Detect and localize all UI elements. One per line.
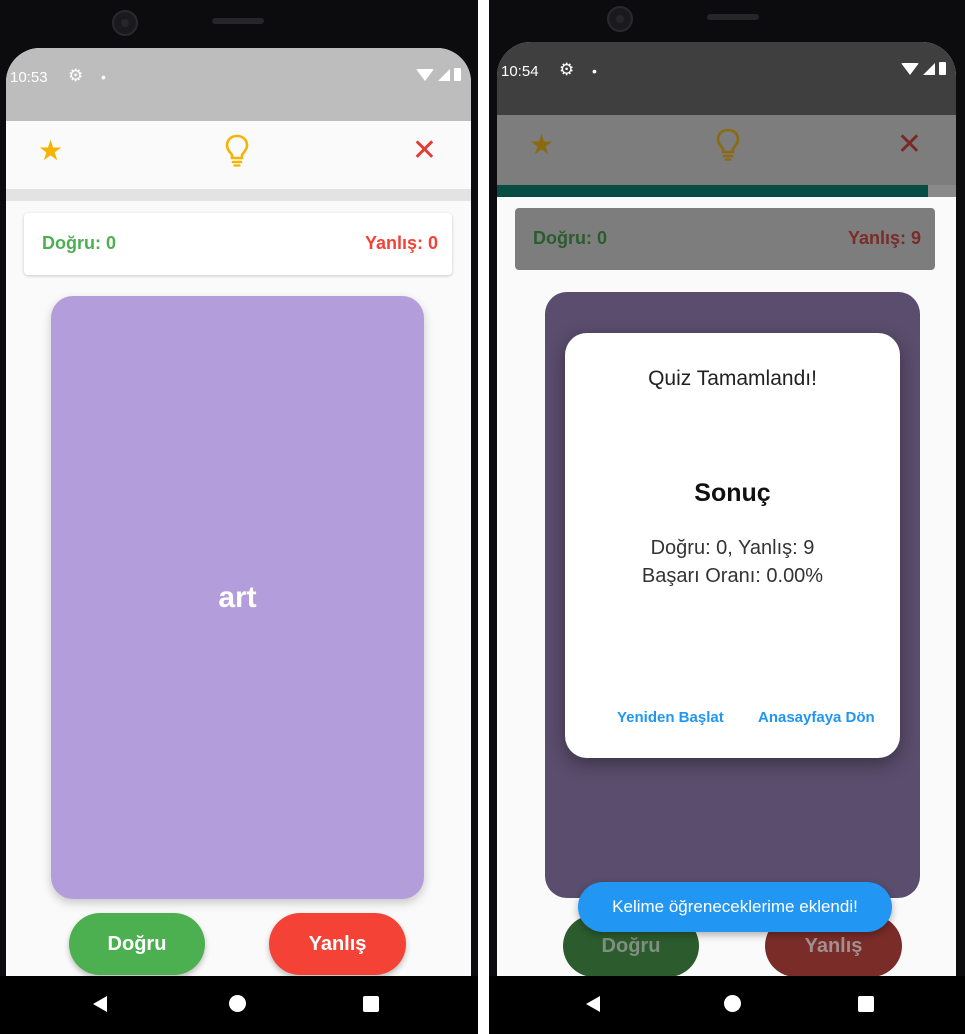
- phone-right: 10:54 ⚙ • ★ ✕ Doğru: 0 Yanlış: 9 Doğru Y…: [489, 0, 965, 1034]
- front-camera: [112, 10, 138, 36]
- wrong-count: Yanlış: 9: [847, 228, 921, 248]
- gear-icon: ⚙: [559, 60, 575, 79]
- wrong-count: Yanlış: 0: [364, 233, 438, 253]
- earpiece-speaker: [707, 14, 759, 20]
- quiz-result-screen: 10:54 ⚙ • ★ ✕ Doğru: 0 Yanlış: 9 Doğru Y…: [497, 42, 956, 976]
- wifi-icon: [901, 62, 919, 75]
- star-icon[interactable]: ★: [529, 129, 554, 161]
- result-summary: Doğru: 0, Yanlış: 9: [650, 537, 815, 559]
- close-icon[interactable]: ✕: [897, 129, 922, 161]
- star-icon[interactable]: ★: [38, 135, 63, 167]
- earpiece-speaker: [212, 18, 264, 24]
- correct-count: Doğru: 0: [42, 233, 116, 253]
- signal-icon: [923, 62, 935, 75]
- system-nav-bar: [0, 976, 478, 1034]
- status-icons: [901, 62, 946, 75]
- correct-button[interactable]: Doğru: [69, 913, 205, 975]
- score-card: Doğru: 0 Yanlış: 9: [515, 208, 935, 270]
- status-time: 10:53: [10, 69, 48, 86]
- quiz-progress-fill: [497, 185, 929, 197]
- status-bar: 10:54 ⚙ •: [497, 42, 956, 115]
- notification-dot: •: [101, 69, 106, 85]
- close-icon[interactable]: ✕: [412, 135, 437, 167]
- quiz-progress-bar: [6, 189, 471, 201]
- card-word: art: [218, 580, 257, 614]
- wifi-icon: [416, 68, 434, 81]
- lightbulb-icon[interactable]: [224, 133, 250, 174]
- flash-card[interactable]: art: [51, 296, 424, 899]
- result-heading: Sonuç: [694, 479, 771, 507]
- status-bar: 10:53 ⚙ •: [6, 48, 471, 121]
- battery-icon: [939, 62, 946, 75]
- signal-icon: [438, 68, 450, 81]
- success-rate: Başarı Oranı: 0.00%: [641, 565, 824, 587]
- quiz-toolbar: ★ ✕: [6, 121, 471, 189]
- snackbar: Kelime öğreneceklerime eklendi!: [578, 882, 892, 932]
- status-time: 10:54: [501, 63, 539, 80]
- recents-icon[interactable]: [363, 996, 379, 1012]
- home-icon[interactable]: [724, 995, 741, 1012]
- dialog-title: Quiz Tamamlandı!: [648, 367, 817, 390]
- front-camera: [607, 6, 633, 32]
- restart-button[interactable]: Yeniden Başlat: [617, 709, 724, 726]
- quiz-complete-dialog: Quiz Tamamlandı! Sonuç Doğru: 0, Yanlış:…: [565, 333, 900, 758]
- quiz-progress-bar: [497, 185, 956, 197]
- system-nav-bar: [489, 976, 965, 1034]
- lightbulb-icon[interactable]: [715, 127, 741, 168]
- home-page-button[interactable]: Anasayfaya Dön: [758, 709, 875, 726]
- back-icon[interactable]: [586, 996, 600, 1012]
- gear-icon: ⚙: [68, 66, 84, 85]
- status-icons: [416, 68, 461, 81]
- wrong-button[interactable]: Yanlış: [269, 913, 406, 975]
- back-icon[interactable]: [93, 996, 107, 1012]
- recents-icon[interactable]: [858, 996, 874, 1012]
- notification-dot: •: [592, 63, 597, 79]
- quiz-screen: 10:53 ⚙ • ★ ✕ Doğru: 0 Yanlış: 0 art Doğ…: [6, 48, 471, 976]
- battery-icon: [454, 68, 461, 81]
- phone-left: 10:53 ⚙ • ★ ✕ Doğru: 0 Yanlış: 0 art Doğ…: [0, 0, 478, 1034]
- divider: [478, 0, 489, 1034]
- quiz-toolbar: ★ ✕: [497, 115, 956, 185]
- home-icon[interactable]: [229, 995, 246, 1012]
- score-card: Doğru: 0 Yanlış: 0: [24, 213, 452, 275]
- correct-count: Doğru: 0: [533, 228, 607, 248]
